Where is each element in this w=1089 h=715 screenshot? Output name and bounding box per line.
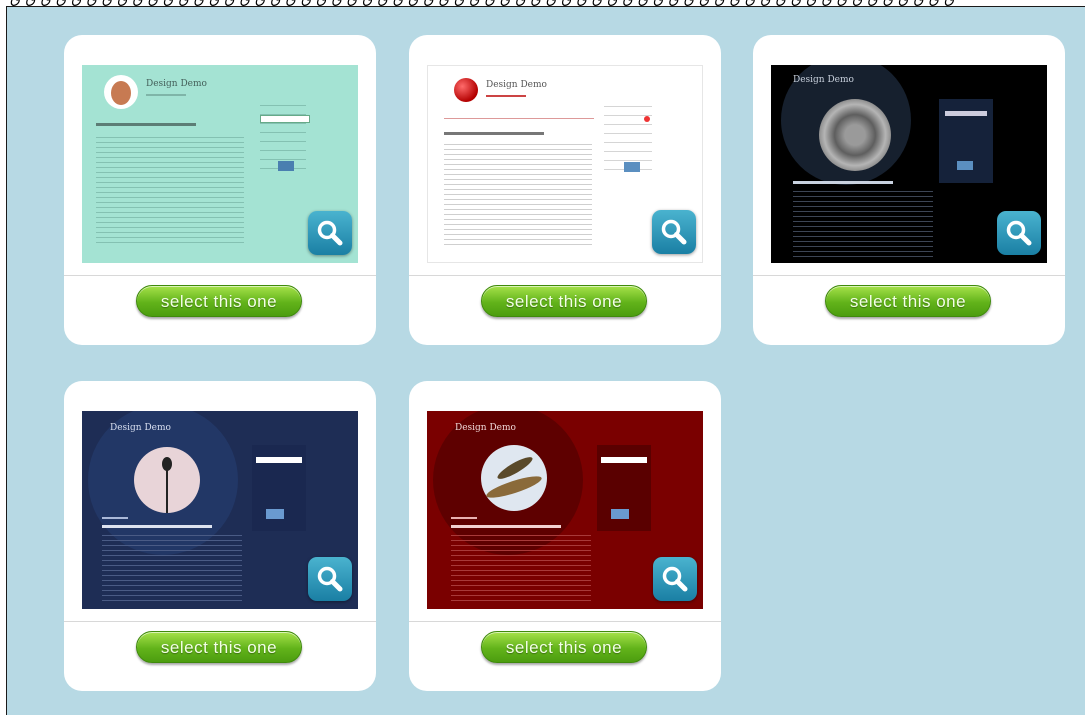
card-divider (64, 275, 376, 276)
template-card-red: Design Demo select this one (409, 381, 721, 691)
template-card-navy: Design Demo select this one (64, 381, 376, 691)
thumb-body-text (444, 144, 592, 248)
magnifier-icon (1006, 220, 1032, 246)
template-preview-mint[interactable]: Design Demo (82, 65, 358, 263)
thumb-site-title: Design Demo (110, 423, 171, 433)
template-preview-navy[interactable]: Design Demo (82, 411, 358, 609)
zoom-preview-button[interactable] (997, 211, 1041, 255)
thumb-site-title: Design Demo (793, 75, 854, 85)
thumb-body-text (793, 191, 933, 257)
template-gallery: Design Demo select this one Design Demo (6, 6, 1085, 715)
sphere-image (819, 99, 891, 171)
card-divider (64, 621, 376, 622)
thumb-site-title: Design Demo (486, 80, 547, 90)
template-preview-red[interactable]: Design Demo (427, 411, 703, 609)
zoom-preview-button[interactable] (308, 211, 352, 255)
card-divider (753, 275, 1065, 276)
template-card-mint: Design Demo select this one (64, 35, 376, 345)
zoom-preview-button[interactable] (653, 557, 697, 601)
template-preview-white[interactable]: Design Demo (427, 65, 703, 263)
template-preview-black[interactable]: Design Demo (771, 65, 1047, 263)
red-sphere-logo (454, 78, 478, 102)
magnifier-icon (661, 219, 687, 245)
select-template-button[interactable]: select this one (481, 631, 647, 663)
avatar-image (104, 75, 138, 109)
magnifier-icon (662, 566, 688, 592)
thumb-body-text (96, 137, 244, 247)
select-template-button[interactable]: select this one (481, 285, 647, 317)
template-card-white: Design Demo select this one (409, 35, 721, 345)
zoom-preview-button[interactable] (308, 557, 352, 601)
silhouette-image (134, 447, 200, 513)
select-template-button[interactable]: select this one (136, 631, 302, 663)
card-divider (409, 621, 721, 622)
thumb-site-title: Design Demo (146, 79, 207, 89)
select-template-button[interactable]: select this one (825, 285, 991, 317)
magnifier-icon (317, 566, 343, 592)
thumb-site-title: Design Demo (455, 423, 516, 433)
thumb-body-text (102, 535, 242, 605)
magnifier-icon (317, 220, 343, 246)
template-card-black: Design Demo select this one (753, 35, 1065, 345)
bird-image (481, 445, 547, 511)
thumb-body-text (451, 535, 591, 605)
card-divider (409, 275, 721, 276)
select-template-button[interactable]: select this one (136, 285, 302, 317)
zoom-preview-button[interactable] (652, 210, 696, 254)
